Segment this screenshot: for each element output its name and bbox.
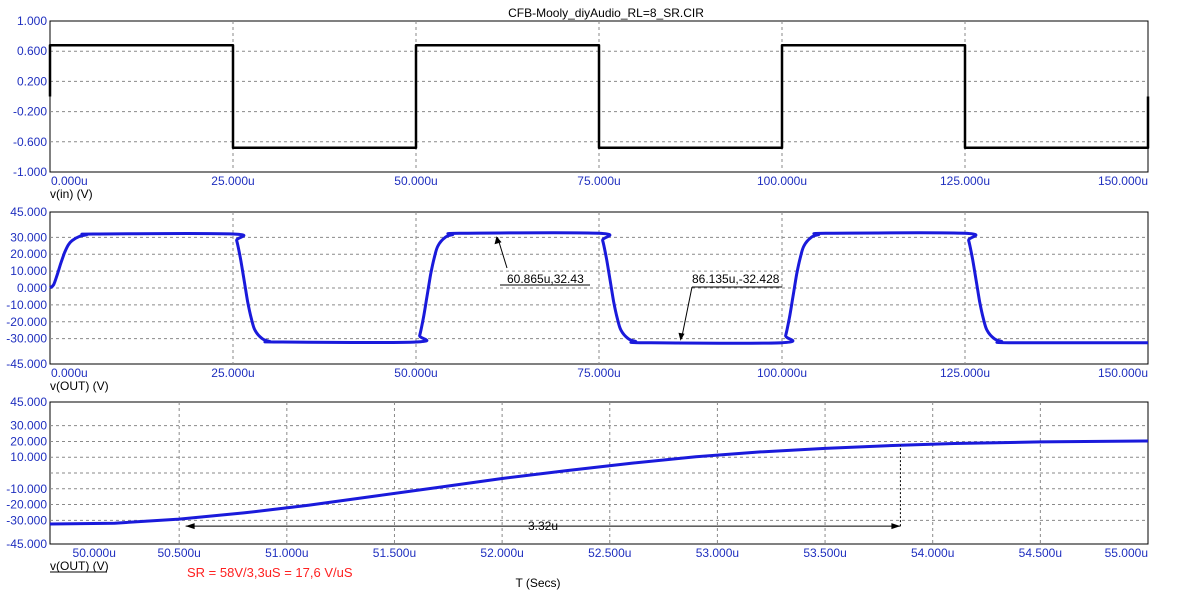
x-tick-label: 53.500u [803,546,846,560]
y-tick-label: -20.000 [6,498,47,512]
slew-rate-note: SR = 58V/3,3uS = 17,6 V/uS [187,565,353,580]
x-tick-label: 52.000u [480,546,523,560]
series-1-line [49,439,1149,526]
x-tick-label: 25.000u [211,366,254,380]
y-tick-label: 0.000 [17,281,47,295]
trace-label: v(OUT) (V) [50,559,109,573]
x-tick-label: 75.000u [577,366,620,380]
y-tick-label: 20.000 [10,247,47,261]
y-tick-label: 0.200 [17,74,47,88]
y-tick-label: -0.600 [13,135,47,149]
y-tick-label: -1.000 [13,165,47,179]
x-tick-label: 50.000u [394,174,437,188]
x-tick-label: 54.000u [911,546,954,560]
chart-title: CFB-Mooly_diyAudio_RL=8_SR.CIR [508,6,704,20]
x-tick-label: 150.000u [1098,366,1148,380]
time-span-label: 3.32u [528,519,558,533]
x-tick-label: 50.000u [394,366,437,380]
series-1-line [48,43,1150,150]
y-tick-label: 0.600 [17,44,47,58]
x-tick-label: 51.500u [373,546,416,560]
x-tick-label: 125.000u [940,174,990,188]
x-tick-label: 100.000u [757,366,807,380]
x-tick-label: 52.500u [588,546,631,560]
plot-panels: 0.000u 25.000u 50.000u 75.000u 100.000u 125.0… [6,14,1150,580]
x-tick-label: 53.000u [696,546,739,560]
y-tick-label: -45.000 [6,357,47,371]
x-tick-label: 150.000u [1098,174,1148,188]
oscilloscope-plot: CFB-Mooly_diyAudio_RL=8_SR.CIR 0.000u 25.… [6,6,1150,590]
panel-2: 0.000u 25.000u 50.000u 75.000u 100.000u 125.0… [6,205,1149,393]
x-axis-title: T (Secs) [515,576,560,590]
y-tick-label: -0.200 [13,105,47,119]
y-tick-label: 10.000 [10,450,47,464]
y-tick-label: -10.000 [6,482,47,496]
x-tick-label: 0.000u [51,366,88,380]
trace-label: v(OUT) (V) [50,379,109,393]
annotation-label: 86.135u,-32.428 [692,272,780,286]
y-tick-label: 30.000 [10,419,47,433]
y-tick-label: -10.000 [6,298,47,312]
panel-3: 50.000u 50.500u 51.000u 51.500u 52.000u 52.50… [6,395,1149,580]
x-tick-label: 100.000u [757,174,807,188]
y-tick-label: 10.000 [10,264,47,278]
x-tick-label: 75.000u [577,174,620,188]
y-tick-label: -20.000 [6,315,47,329]
annotation-label: 60.865u,32.43 [507,272,584,286]
x-tick-label: 0.000u [51,174,88,188]
time-span-arrowhead-right [891,523,901,530]
x-tick-label: 51.000u [265,546,308,560]
y-tick-label: -30.000 [6,332,47,346]
trace-label: v(in) (V) [50,187,93,201]
annotation-leader [681,286,693,339]
x-tick-label: 50.000u [73,546,116,560]
panel-1: 0.000u 25.000u 50.000u 75.000u 100.000u 125.0… [13,14,1150,201]
y-tick-label: 20.000 [10,434,47,448]
y-tick-label: 45.000 [10,395,47,409]
y-tick-label: -30.000 [6,513,47,527]
x-tick-label: 125.000u [940,366,990,380]
x-tick-label: 50.500u [157,546,200,560]
y-tick-label: 1.000 [17,14,47,28]
x-tick-label: 25.000u [211,174,254,188]
y-tick-label: 45.000 [10,205,47,219]
x-tick-label: 54.500u [1019,546,1062,560]
x-tick-label: 55.000u [1105,546,1148,560]
y-tick-label: 30.000 [10,230,47,244]
time-span-arrowhead-left [185,523,195,530]
y-tick-label: -45.000 [6,537,47,551]
annotation-arrowhead [678,332,685,341]
